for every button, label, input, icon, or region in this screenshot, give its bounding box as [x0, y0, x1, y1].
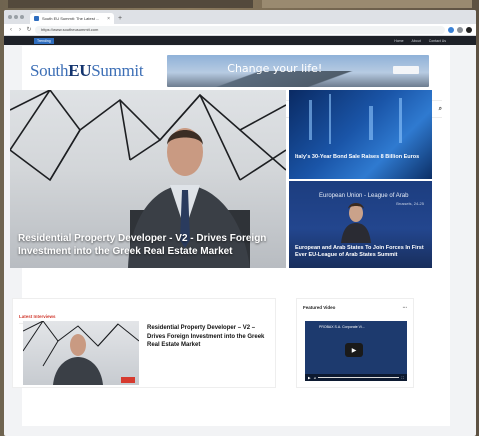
banner-text: Change your life!	[227, 62, 323, 75]
background-object	[262, 0, 472, 8]
hero-title[interactable]: Residential Property Developer - V2 - Dr…	[18, 232, 278, 258]
featured-video-widget: Featured Video ⋯ PROBAX S.A. Corporate Vi…	[296, 298, 414, 388]
banner-logo	[393, 66, 420, 74]
featured-article-hero[interactable]: Residential Property Developer - V2 - Dr…	[10, 90, 286, 268]
fullscreen-icon[interactable]: ⛶	[402, 376, 404, 380]
reload-icon[interactable]: ↻	[26, 26, 32, 33]
profile-avatar[interactable]	[466, 26, 472, 33]
browser-toolbar: ‹ › ↻ https://www.southeusummit.com	[4, 24, 476, 36]
play-icon[interactable]: ▶	[345, 343, 363, 357]
window-controls[interactable]	[8, 10, 24, 24]
speaker-image	[341, 203, 371, 243]
side-article-title[interactable]: European and Arab States To Join Forces …	[295, 245, 426, 259]
search-icon[interactable]: ⌕	[439, 106, 442, 113]
video-player[interactable]: PROBAX S.A. Corporate Vi... ▶ ▶ ◂ ⛶	[305, 321, 407, 381]
video-controls: ▶ ◂ ⛶	[305, 374, 407, 381]
new-tab-button[interactable]: +	[118, 13, 122, 24]
site-logo[interactable]: SouthEUSummit	[30, 61, 144, 81]
favicon-icon	[34, 16, 39, 21]
topbar-link-contact[interactable]: Contact Us	[429, 39, 446, 43]
city-image	[309, 94, 402, 144]
extension-icon[interactable]	[457, 26, 463, 33]
volume-icon[interactable]: ◂	[314, 376, 316, 380]
site-top-bar: Trending Home About Contact Us	[4, 36, 476, 45]
summit-location: Brussels, 24-25	[396, 201, 424, 206]
browser-tab[interactable]: South EU Summit: The Latest ... ×	[30, 13, 114, 24]
ad-banner[interactable]: Change your life!	[167, 55, 430, 87]
logo-text: South	[30, 61, 69, 80]
back-icon[interactable]: ‹	[8, 27, 14, 33]
site-header: SouthEUSummit Change your life!	[22, 46, 450, 96]
close-icon[interactable]: ×	[107, 16, 110, 22]
logo-text: EU	[68, 61, 92, 80]
video-title[interactable]: PROBAX S.A. Corporate Vi...	[319, 325, 365, 329]
more-icon[interactable]: ⋯	[403, 305, 408, 311]
progress-bar[interactable]	[318, 377, 399, 378]
play-button[interactable]: ▶	[308, 376, 311, 380]
article-thumbnail[interactable]	[23, 321, 139, 385]
side-article-2[interactable]: European Union - League of Arab Brussels…	[289, 181, 432, 268]
section-heading: Featured Video	[303, 305, 336, 310]
topbar-link-home[interactable]: Home	[394, 39, 403, 43]
trending-label: Trending	[34, 37, 54, 44]
thumbnail-image	[23, 321, 139, 385]
side-article-1[interactable]: Italy's 30-Year Bond Sale Raises 8 Billi…	[289, 90, 432, 179]
latest-interviews-widget: Latest Interviews Residential Property D…	[12, 298, 276, 388]
tab-title: South EU Summit: The Latest ...	[42, 16, 100, 21]
extension-icon[interactable]	[448, 26, 454, 33]
logo-text: Summit	[91, 61, 144, 80]
article-title[interactable]: Residential Property Developer – V2 – Dr…	[147, 324, 271, 350]
background-object	[8, 0, 253, 8]
topbar-link-about[interactable]: About	[412, 39, 421, 43]
address-bar[interactable]: https://www.southeusummit.com	[35, 25, 445, 34]
browser-tab-bar: South EU Summit: The Latest ... × +	[4, 10, 476, 24]
side-article-title[interactable]: Italy's 30-Year Bond Sale Raises 8 Billi…	[295, 154, 426, 161]
forward-icon[interactable]: ›	[17, 27, 23, 33]
summit-banner-text: European Union - League of Arab	[319, 193, 409, 199]
